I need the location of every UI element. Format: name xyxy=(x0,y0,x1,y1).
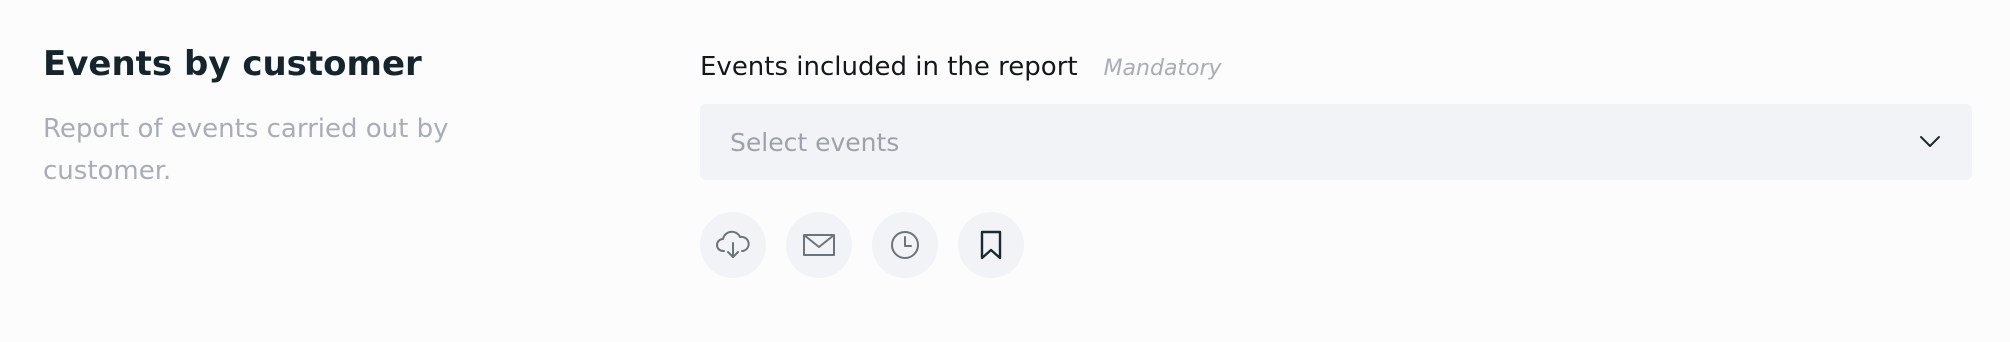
report-title: Events by customer xyxy=(43,44,422,84)
events-select-placeholder: Select events xyxy=(730,127,900,157)
schedule-button[interactable] xyxy=(872,212,938,278)
mail-icon xyxy=(802,232,836,258)
bookmark-icon xyxy=(978,229,1004,261)
report-actions xyxy=(700,212,1972,278)
clock-icon xyxy=(889,229,921,261)
chevron-down-icon xyxy=(1918,130,1942,154)
report-info: Events by customer Report of events carr… xyxy=(43,40,603,192)
download-button[interactable] xyxy=(700,212,766,278)
save-report-button[interactable] xyxy=(958,212,1024,278)
report-description: Report of events carried out by customer… xyxy=(43,114,449,186)
mandatory-note: Mandatory xyxy=(1103,56,1222,81)
events-field-label-row: Events included in the report Mandatory xyxy=(700,52,1972,92)
events-field-label: Events included in the report xyxy=(700,52,1078,82)
cloud-download-icon xyxy=(715,229,751,261)
report-form: Events included in the report Mandatory … xyxy=(700,52,1972,278)
email-button[interactable] xyxy=(786,212,852,278)
events-select[interactable]: Select events xyxy=(700,104,1972,180)
